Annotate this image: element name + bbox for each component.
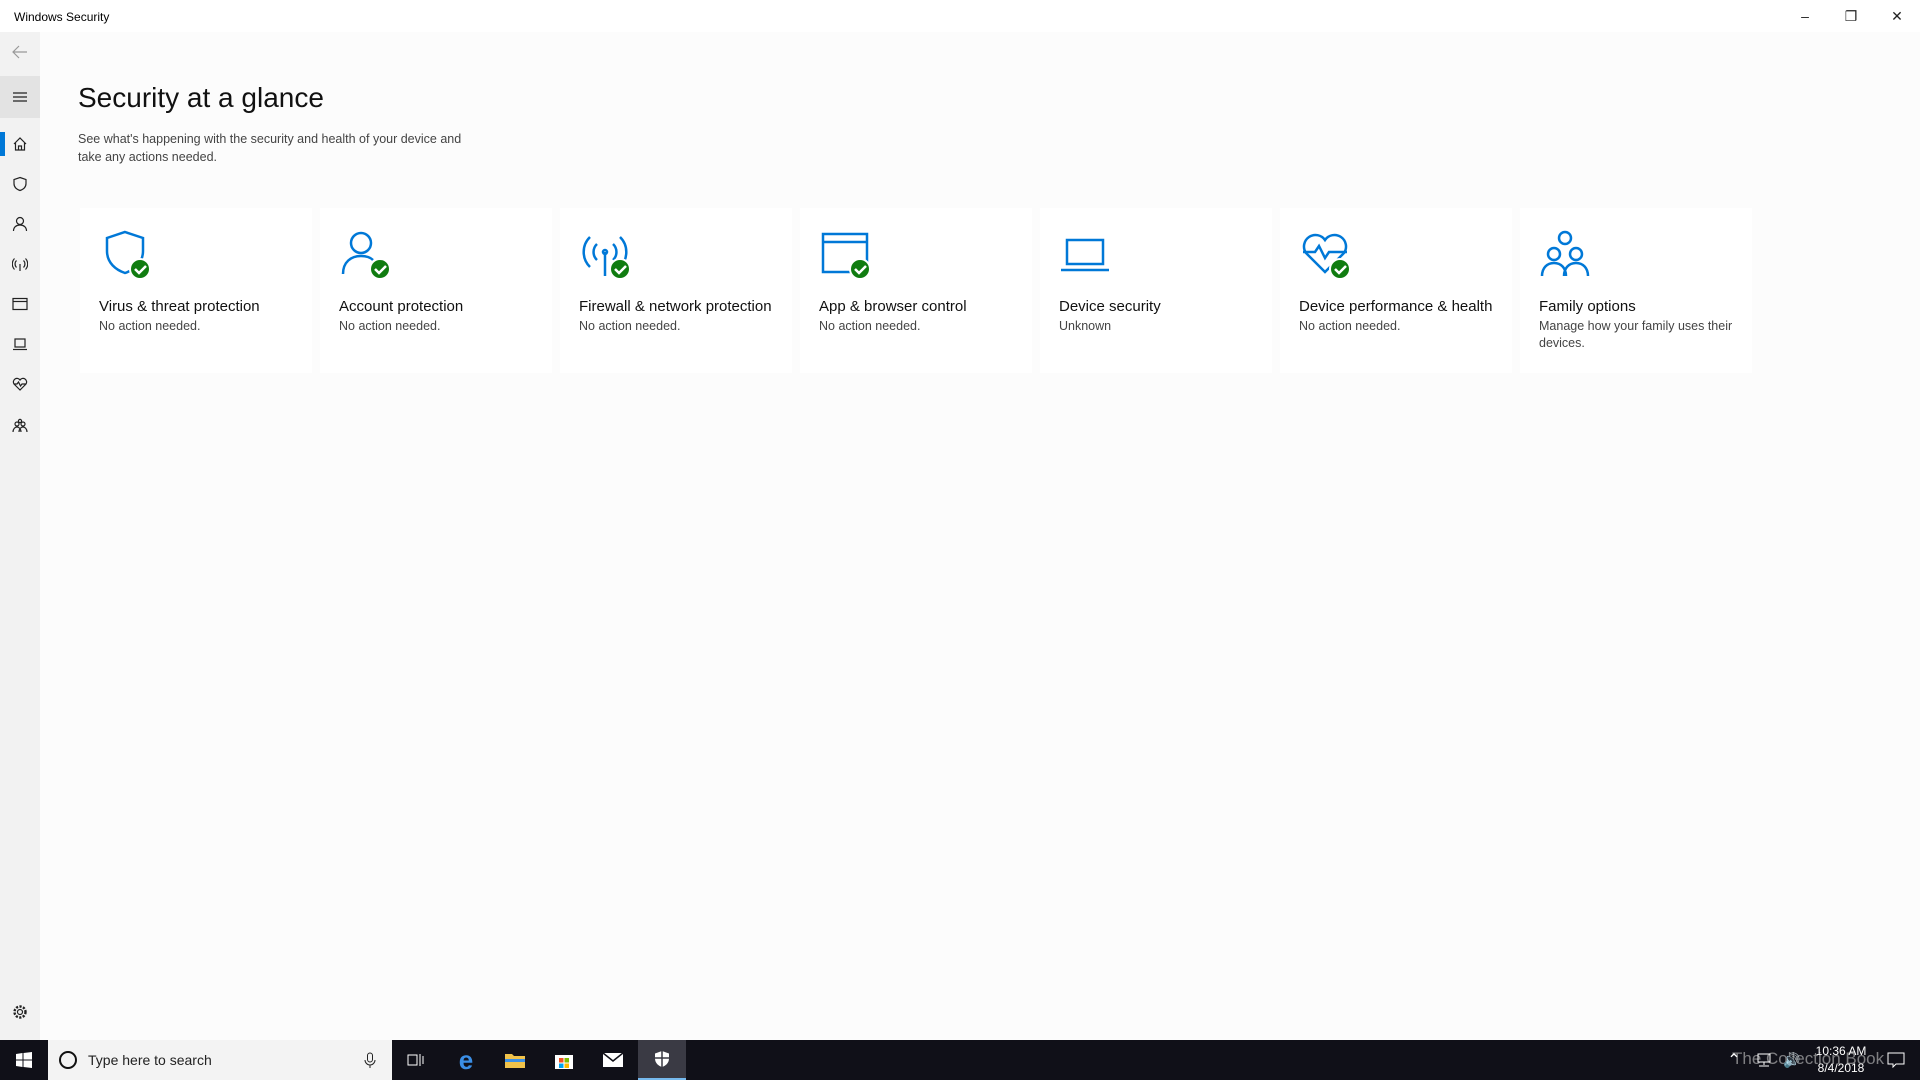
- card-status: Unknown: [1059, 319, 1112, 333]
- menu-button[interactable]: [0, 76, 40, 118]
- check-badge-icon: [849, 258, 871, 280]
- sidebar-item-device-health[interactable]: [0, 364, 40, 404]
- title-bar: Windows Security – ❐ ✕: [0, 0, 1920, 32]
- sidebar-item-app-browser[interactable]: [0, 284, 40, 324]
- sidebar-item-family[interactable]: [0, 406, 40, 446]
- shield-icon: [655, 1051, 669, 1067]
- back-button[interactable]: [0, 32, 40, 72]
- sidebar-item-home[interactable]: [0, 124, 40, 164]
- card-laptop[interactable]: Device security Unknown: [1040, 208, 1272, 373]
- family-icon: [1540, 230, 1590, 277]
- chevron-up-icon: ⌃: [1727, 1052, 1741, 1069]
- sidebar-item-device-security[interactable]: [0, 324, 40, 364]
- browser-window-icon: [12, 297, 28, 311]
- card-label: Device performance & health: [1299, 298, 1493, 315]
- page-subtitle: See what's happening with the security a…: [78, 132, 462, 164]
- card-label: App & browser control: [819, 298, 967, 315]
- card-status: Manage how your family uses their device…: [1539, 319, 1733, 350]
- laptop-icon: [1061, 238, 1109, 272]
- card-status: No action needed.: [99, 319, 201, 333]
- restore-button[interactable]: ❐: [1828, 0, 1874, 32]
- microphone-icon[interactable]: [364, 1052, 376, 1068]
- notification-icon: [1887, 1052, 1905, 1068]
- taskbar: Type here to search e The Collection Boo…: [0, 1040, 1920, 1080]
- heart-icon: [12, 377, 28, 391]
- search-box[interactable]: Type here to search: [48, 1040, 392, 1080]
- time: 10:36 AM: [1815, 1044, 1867, 1058]
- card-person[interactable]: Account protection No action needed.: [320, 208, 552, 373]
- gear-icon: [13, 1005, 27, 1019]
- store-button[interactable]: [540, 1040, 588, 1080]
- network-icon: [1757, 1053, 1771, 1067]
- card-shield[interactable]: Virus & threat protection No action need…: [80, 208, 312, 373]
- sidebar-item-virus[interactable]: [0, 164, 40, 204]
- shield-icon: [105, 230, 151, 280]
- edge-button[interactable]: e: [442, 1040, 490, 1080]
- shield-icon: [13, 176, 27, 192]
- card-status: No action needed.: [579, 319, 681, 333]
- sidebar-item-settings[interactable]: [0, 992, 40, 1032]
- date: 8/4/2018: [1817, 1061, 1865, 1075]
- folder-icon: [505, 1054, 525, 1068]
- home-icon: [13, 137, 27, 151]
- sidebar-item-account[interactable]: [0, 204, 40, 244]
- cortana-circle-icon: [59, 1051, 77, 1069]
- heart-icon: [1302, 233, 1351, 280]
- search-placeholder: Type here to search: [88, 1052, 212, 1068]
- antenna-icon: [582, 236, 631, 280]
- card-status: No action needed.: [1299, 319, 1401, 333]
- hamburger-icon: [13, 92, 27, 102]
- minimize-button[interactable]: –: [1782, 0, 1828, 32]
- mail-button[interactable]: [589, 1040, 637, 1080]
- clock[interactable]: 10:36 AM 8/4/2018: [1806, 1043, 1876, 1077]
- action-center-button[interactable]: [1876, 1040, 1916, 1080]
- check-badge-icon: [129, 258, 151, 280]
- check-badge-icon: [369, 258, 391, 280]
- card-label: Account protection: [339, 298, 464, 315]
- person-icon: [341, 231, 391, 280]
- close-button[interactable]: ✕: [1874, 0, 1920, 32]
- back-arrow-icon: [12, 45, 27, 59]
- mail-icon: [602, 1052, 624, 1067]
- card-status: No action needed.: [819, 319, 921, 333]
- task-view-button[interactable]: [392, 1040, 440, 1080]
- antenna-icon: [12, 258, 28, 271]
- task-view-icon: [407, 1054, 424, 1066]
- volume-button[interactable]: 🔊: [1780, 1040, 1804, 1080]
- sidebar: [0, 32, 40, 1040]
- card-heart[interactable]: Device performance & health No action ne…: [1280, 208, 1512, 373]
- card-label: Device security: [1059, 298, 1161, 315]
- window-title: Windows Security: [14, 10, 110, 24]
- main-header: Security at a glance See what's happenin…: [78, 82, 478, 166]
- check-badge-icon: [1329, 258, 1351, 280]
- check-badge-icon: [609, 258, 631, 280]
- page-title: Security at a glance: [78, 82, 324, 113]
- family-icon: [12, 418, 28, 433]
- card-browser-window[interactable]: App & browser control No action needed.: [800, 208, 1032, 373]
- file-explorer-button[interactable]: [491, 1040, 539, 1080]
- browser-window-icon: [821, 232, 871, 280]
- card-antenna[interactable]: Firewall & network protection No action …: [560, 208, 792, 373]
- start-button[interactable]: [0, 1040, 48, 1080]
- store-icon: [555, 1055, 573, 1069]
- edge-icon: e: [458, 1044, 474, 1075]
- card-label: Family options: [1539, 298, 1636, 315]
- card-label: Virus & threat protection: [99, 298, 260, 315]
- card-family[interactable]: Family options Manage how your family us…: [1520, 208, 1752, 373]
- windows-security-taskbar-button[interactable]: [638, 1040, 686, 1080]
- card-status: No action needed.: [339, 319, 441, 333]
- laptop-icon: [13, 338, 27, 351]
- person-icon: [12, 216, 28, 232]
- sidebar-item-firewall[interactable]: [0, 244, 40, 284]
- windows-logo-icon: [16, 1052, 32, 1068]
- card-label: Firewall & network protection: [579, 298, 772, 315]
- network-button[interactable]: [1752, 1040, 1776, 1080]
- show-hidden-icons-button[interactable]: ⌃: [1722, 1040, 1746, 1080]
- volume-icon: 🔊: [1783, 1051, 1801, 1068]
